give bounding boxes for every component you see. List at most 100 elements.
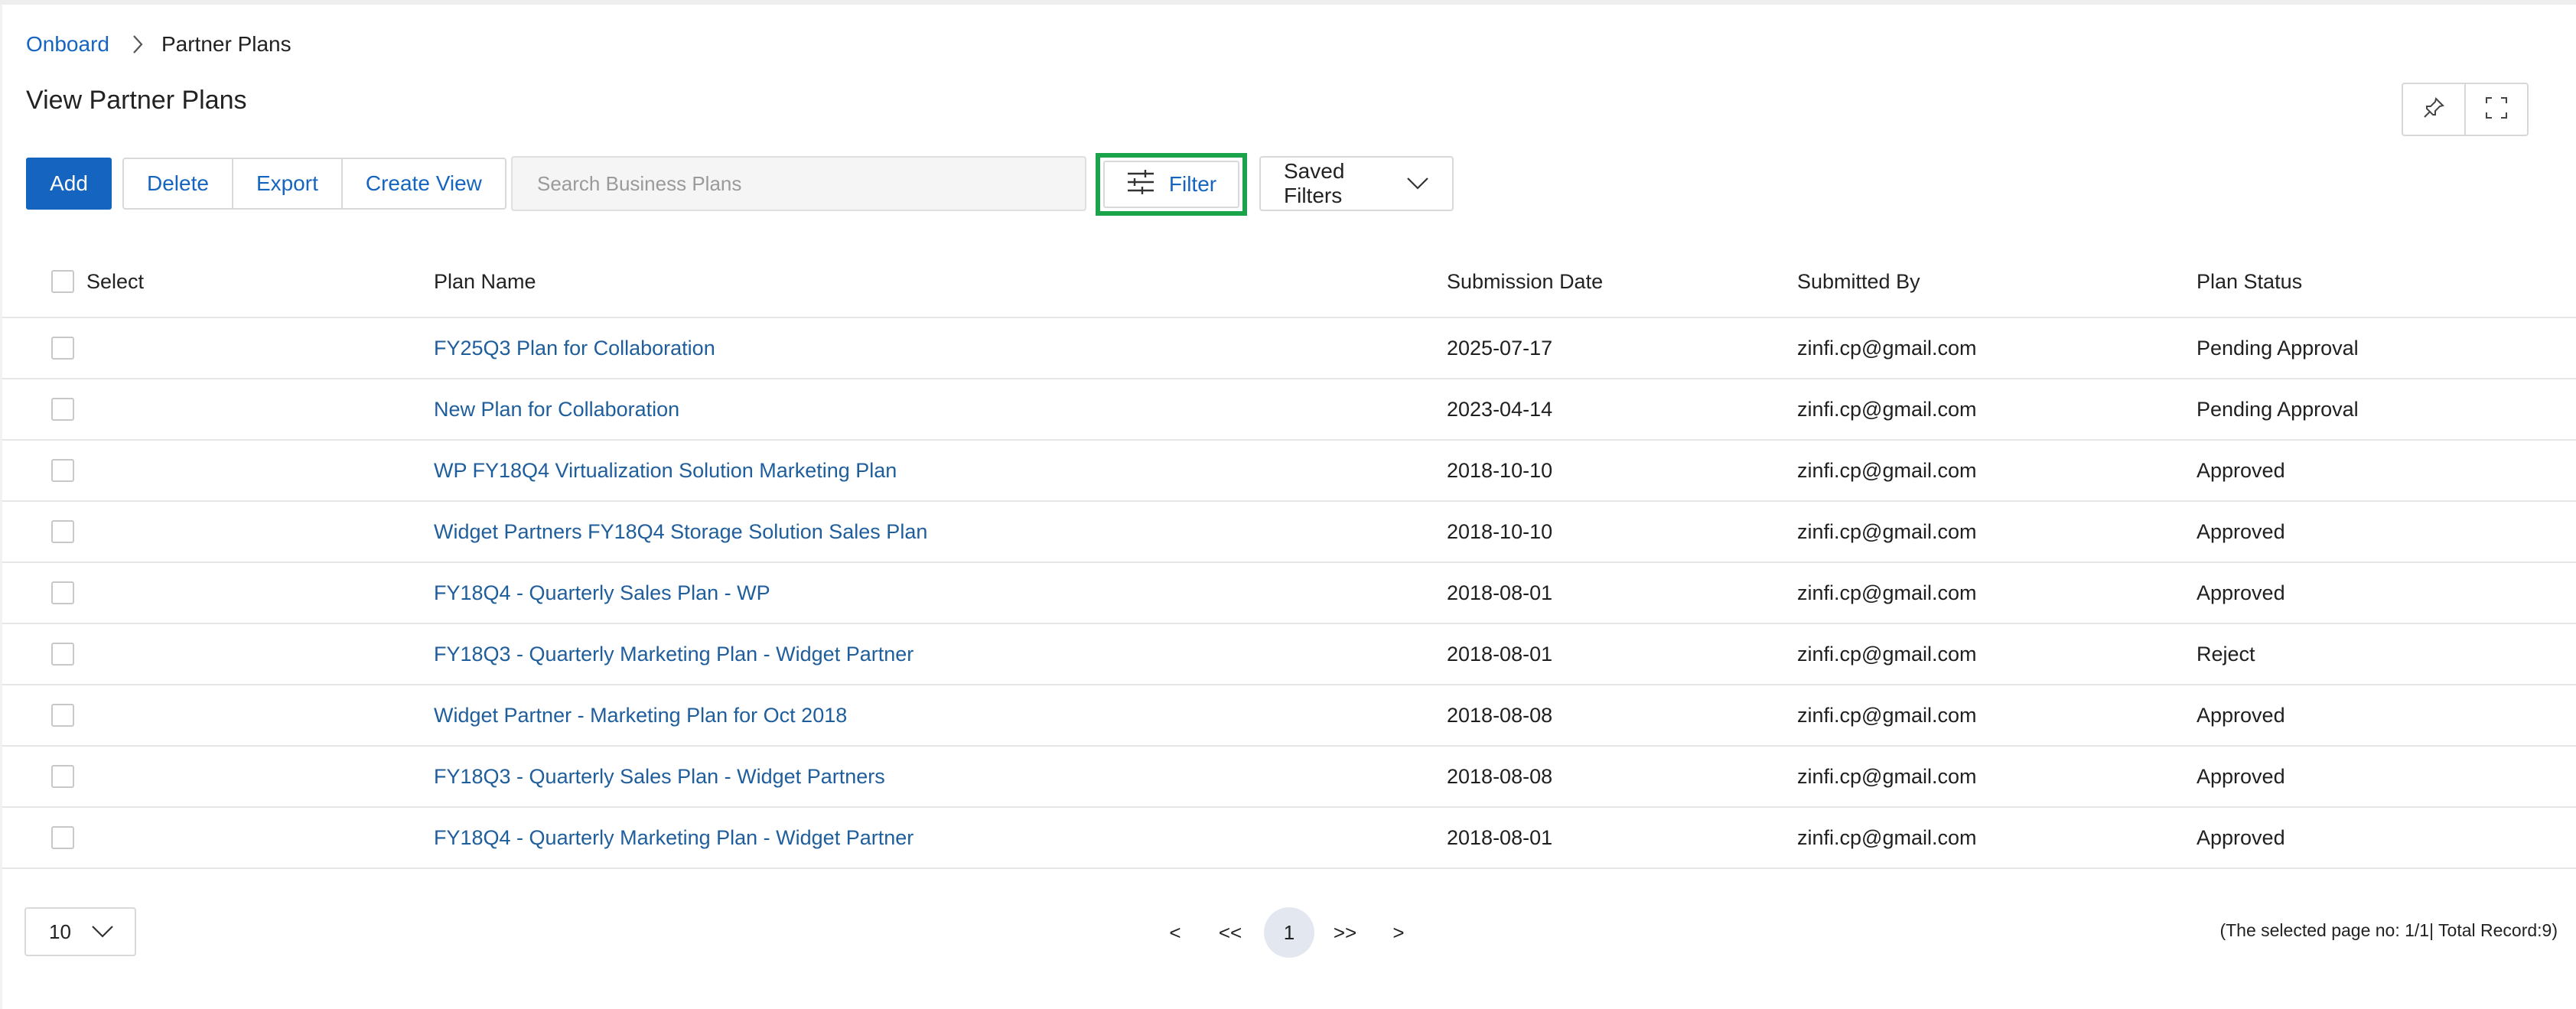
submission-date-cell: 2018-08-08 bbox=[1447, 703, 1553, 727]
filter-button[interactable]: Filter bbox=[1103, 161, 1239, 208]
plan-name-cell: FY18Q4 - Quarterly Sales Plan - WP bbox=[434, 563, 770, 623]
row-checkbox[interactable] bbox=[51, 337, 74, 360]
plan-status-header[interactable]: Plan Status bbox=[2197, 246, 2302, 317]
plan-name-link[interactable]: FY18Q4 - Quarterly Sales Plan - WP bbox=[434, 581, 770, 605]
select-header: Select bbox=[86, 269, 145, 293]
search-input[interactable]: Search Business Plans bbox=[511, 156, 1086, 211]
plan-name-link[interactable]: FY18Q3 - Quarterly Marketing Plan - Widg… bbox=[434, 643, 913, 666]
row-select-cell bbox=[51, 318, 74, 378]
first-page-button[interactable]: << bbox=[1215, 921, 1246, 945]
view-controls bbox=[2402, 83, 2529, 136]
filter-label: Filter bbox=[1168, 172, 1217, 196]
row-select-cell bbox=[51, 502, 74, 561]
submitted-by-cell: zinfi.cp@gmail.com bbox=[1797, 764, 1977, 788]
plan-name-link[interactable]: FY18Q4 - Quarterly Marketing Plan - Widg… bbox=[434, 826, 913, 850]
submission-date-header[interactable]: Submission Date bbox=[1447, 246, 1603, 317]
add-button[interactable]: Add bbox=[26, 158, 112, 210]
fullscreen-button[interactable] bbox=[2464, 84, 2527, 135]
table-header: Select Plan Name Submission Date Submitt… bbox=[2, 246, 2576, 318]
plan-status-cell: Pending Approval bbox=[2197, 336, 2359, 360]
plan-name-link[interactable]: New Plan for Collaboration bbox=[434, 398, 679, 422]
table-row: FY18Q3 - Quarterly Sales Plan - Widget P… bbox=[2, 747, 2576, 808]
page-size-value: 10 bbox=[49, 919, 71, 943]
sliders-icon bbox=[1126, 169, 1155, 200]
table-row: FY18Q3 - Quarterly Marketing Plan - Widg… bbox=[2, 624, 2576, 685]
plan-status-cell: Approved bbox=[2197, 703, 2285, 727]
submitted-by-cell: zinfi.cp@gmail.com bbox=[1797, 336, 1977, 360]
submission-date-cell: 2018-08-08 bbox=[1447, 764, 1553, 788]
table-row: New Plan for Collaboration 2023-04-14 zinf… bbox=[2, 379, 2576, 441]
plan-status-cell: Approved bbox=[2197, 458, 2285, 482]
plan-name-cell: Widget Partner - Marketing Plan for Oct … bbox=[434, 685, 847, 745]
breadcrumb: Onboard Partner Plans bbox=[26, 28, 291, 61]
plan-name-link[interactable]: FY25Q3 Plan for Collaboration bbox=[434, 337, 715, 360]
plan-name-cell: New Plan for Collaboration bbox=[434, 379, 679, 439]
row-select-cell bbox=[51, 441, 74, 500]
filter-button-highlight[interactable]: Filter bbox=[1096, 153, 1247, 216]
table-row: Widget Partners FY18Q4 Storage Solution … bbox=[2, 502, 2576, 563]
pin-icon bbox=[2421, 96, 2446, 124]
plan-name-link[interactable]: FY18Q3 - Quarterly Sales Plan - Widget P… bbox=[434, 765, 885, 789]
submission-date-cell: 2018-08-01 bbox=[1447, 581, 1553, 604]
submitted-by-cell: zinfi.cp@gmail.com bbox=[1797, 581, 1977, 604]
plan-name-cell: FY25Q3 Plan for Collaboration bbox=[434, 318, 715, 378]
row-checkbox[interactable] bbox=[51, 765, 74, 788]
last-page-button[interactable]: >> bbox=[1330, 921, 1360, 945]
table-body: FY25Q3 Plan for Collaboration 2025-07-17 z… bbox=[2, 318, 2576, 869]
pagination: < << 1 >> > bbox=[1160, 907, 1414, 958]
plan-name-link[interactable]: Widget Partners FY18Q4 Storage Solution … bbox=[434, 520, 927, 544]
table-row: FY18Q4 - Quarterly Sales Plan - WP 2018-0… bbox=[2, 563, 2576, 624]
create-view-button[interactable]: Create View bbox=[340, 159, 505, 208]
submitted-by-cell: zinfi.cp@gmail.com bbox=[1797, 825, 1977, 849]
row-select-cell bbox=[51, 747, 74, 806]
row-checkbox[interactable] bbox=[51, 459, 74, 482]
row-select-cell bbox=[51, 624, 74, 684]
export-button[interactable]: Export bbox=[231, 159, 341, 208]
row-checkbox[interactable] bbox=[51, 643, 74, 666]
submission-date-cell: 2018-10-10 bbox=[1447, 519, 1553, 543]
plan-status-cell: Pending Approval bbox=[2197, 397, 2359, 421]
breadcrumb-current: Partner Plans bbox=[161, 32, 291, 56]
prev-page-button[interactable]: < bbox=[1160, 921, 1190, 945]
next-page-button[interactable]: > bbox=[1383, 921, 1414, 945]
current-page-button[interactable]: 1 bbox=[1264, 907, 1314, 958]
plan-name-header[interactable]: Plan Name bbox=[434, 246, 536, 317]
select-all-checkbox[interactable] bbox=[51, 270, 74, 293]
plan-name-cell: FY18Q4 - Quarterly Marketing Plan - Widg… bbox=[434, 808, 913, 867]
chevron-right-icon bbox=[132, 34, 143, 54]
top-border bbox=[0, 0, 2576, 5]
row-checkbox[interactable] bbox=[51, 704, 74, 727]
table-row: WP FY18Q4 Virtualization Solution Market… bbox=[2, 441, 2576, 502]
page-title: View Partner Plans bbox=[26, 86, 247, 115]
submitted-by-cell: zinfi.cp@gmail.com bbox=[1797, 703, 1977, 727]
page-size-select[interactable]: 10 bbox=[24, 907, 136, 956]
submission-date-cell: 2023-04-14 bbox=[1447, 397, 1553, 421]
pin-button[interactable] bbox=[2403, 84, 2464, 135]
plan-name-link[interactable]: WP FY18Q4 Virtualization Solution Market… bbox=[434, 459, 897, 483]
submitted-by-header[interactable]: Submitted By bbox=[1797, 246, 1920, 317]
row-checkbox[interactable] bbox=[51, 826, 74, 849]
record-info: (The selected page no: 1/1| Total Record… bbox=[2219, 920, 2558, 940]
plan-name-cell: FY18Q3 - Quarterly Marketing Plan - Widg… bbox=[434, 624, 913, 684]
row-checkbox[interactable] bbox=[51, 581, 74, 604]
saved-filters-dropdown[interactable]: Saved Filters bbox=[1259, 156, 1454, 211]
row-checkbox[interactable] bbox=[51, 398, 74, 421]
row-select-cell bbox=[51, 808, 74, 867]
submitted-by-cell: zinfi.cp@gmail.com bbox=[1797, 397, 1977, 421]
row-select-cell bbox=[51, 379, 74, 439]
fullscreen-icon bbox=[2484, 96, 2509, 124]
table-row: FY18Q4 - Quarterly Marketing Plan - Widg… bbox=[2, 808, 2576, 869]
breadcrumb-onboard-link[interactable]: Onboard bbox=[26, 32, 109, 57]
chevron-down-icon bbox=[1406, 177, 1429, 190]
submission-date-cell: 2018-08-01 bbox=[1447, 642, 1553, 666]
plan-name-cell: WP FY18Q4 Virtualization Solution Market… bbox=[434, 441, 897, 500]
plan-name-link[interactable]: Widget Partner - Marketing Plan for Oct … bbox=[434, 704, 847, 727]
search-placeholder: Search Business Plans bbox=[537, 171, 742, 195]
partner-plans-table: Select Plan Name Submission Date Submitt… bbox=[2, 246, 2576, 869]
row-select-cell bbox=[51, 685, 74, 745]
plan-name-cell: Widget Partners FY18Q4 Storage Solution … bbox=[434, 502, 927, 561]
delete-button[interactable]: Delete bbox=[124, 159, 232, 208]
row-checkbox[interactable] bbox=[51, 520, 74, 543]
plan-status-cell: Approved bbox=[2197, 825, 2285, 849]
plan-status-cell: Approved bbox=[2197, 519, 2285, 543]
